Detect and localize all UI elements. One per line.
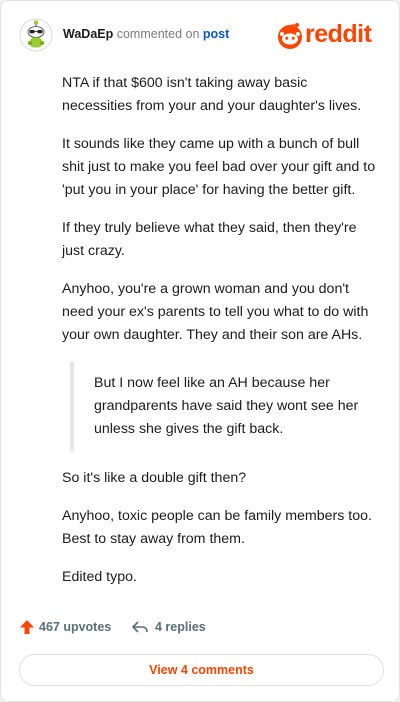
byline-action-text: commented on [116, 27, 200, 41]
upvote-arrow-icon [20, 620, 34, 634]
comment-paragraph: Edited typo. [62, 569, 137, 585]
upvote-count: 467 upvotes [39, 620, 112, 634]
comment-paragraph: So it's like a double gift then? [62, 470, 247, 486]
replies-button[interactable]: 4 replies [131, 619, 206, 635]
view-comments-button[interactable]: View 4 comments [19, 654, 384, 686]
blockquote: But I now feel like an AH because her gr… [70, 362, 380, 451]
comment-paragraph: Anyhoo, you're a grown woman and you don… [62, 281, 369, 343]
reddit-wordmark: reddit [305, 20, 372, 48]
reply-arrow-icon [132, 621, 148, 633]
quote-text: But I now feel like an AH because her gr… [94, 375, 359, 437]
comment-paragraph: If they truly believe what they said, th… [62, 220, 357, 259]
comment-header: WaDaEp commented on post reddit [19, 18, 383, 52]
comment-footer: 467 upvotes 4 replies [19, 619, 379, 641]
comment-paragraph: NTA if that $600 isn't taking away basic… [62, 75, 362, 114]
post-link[interactable]: post [203, 27, 229, 41]
username-link[interactable]: WaDaEp [63, 27, 113, 41]
reddit-logo[interactable]: reddit [277, 20, 383, 50]
comment-paragraph: It sounds like they came up with a bunch… [62, 136, 376, 198]
reddit-snoo-icon [278, 23, 302, 49]
comment-paragraph: Anyhoo, toxic people can be family membe… [62, 508, 372, 547]
upvote-button[interactable]: 467 upvotes [19, 619, 111, 635]
comment-byline: WaDaEp commented on post [63, 27, 229, 41]
comment-card: WaDaEp commented on post reddit NTA if t… [0, 0, 400, 702]
snoo-avatar-icon[interactable] [19, 18, 53, 52]
comment-body: NTA if that $600 isn't taking away basic… [62, 72, 380, 604]
reply-count: 4 replies [155, 620, 206, 634]
